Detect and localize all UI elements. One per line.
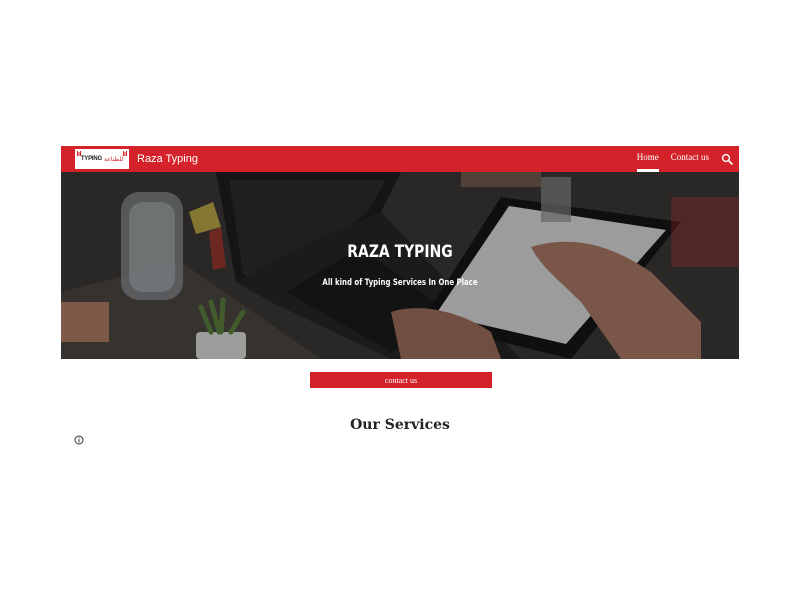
hero-overlay bbox=[61, 172, 739, 359]
site-container: TYPING للطباعة Raza Typing Home Contact … bbox=[61, 146, 739, 359]
logo-mark-right-icon bbox=[123, 151, 127, 156]
nav-menu: Home Contact us bbox=[636, 146, 735, 172]
hero-title: RAZA TYPING bbox=[347, 242, 453, 262]
nav-item-home[interactable]: Home bbox=[636, 146, 659, 172]
cta-container: contact us bbox=[310, 372, 492, 388]
top-navbar: TYPING للطباعة Raza Typing Home Contact … bbox=[61, 146, 739, 172]
info-icon[interactable] bbox=[74, 435, 84, 445]
logo-text-en: TYPING bbox=[80, 156, 102, 162]
hero-banner: RAZA TYPING All kind of Typing Services … bbox=[61, 172, 739, 359]
hero-subtitle: All kind of Typing Services In One Place bbox=[322, 278, 478, 288]
site-logo[interactable]: TYPING للطباعة bbox=[75, 149, 129, 169]
search-icon[interactable] bbox=[721, 153, 733, 165]
site-title[interactable]: Raza Typing bbox=[137, 153, 198, 165]
contact-us-button[interactable]: contact us bbox=[310, 372, 492, 388]
nav-item-contact-us[interactable]: Contact us bbox=[671, 146, 709, 172]
logo-text-ar: للطباعة bbox=[103, 155, 124, 163]
services-heading: Our Services bbox=[350, 417, 450, 433]
logo-mark-left-icon bbox=[77, 151, 81, 156]
